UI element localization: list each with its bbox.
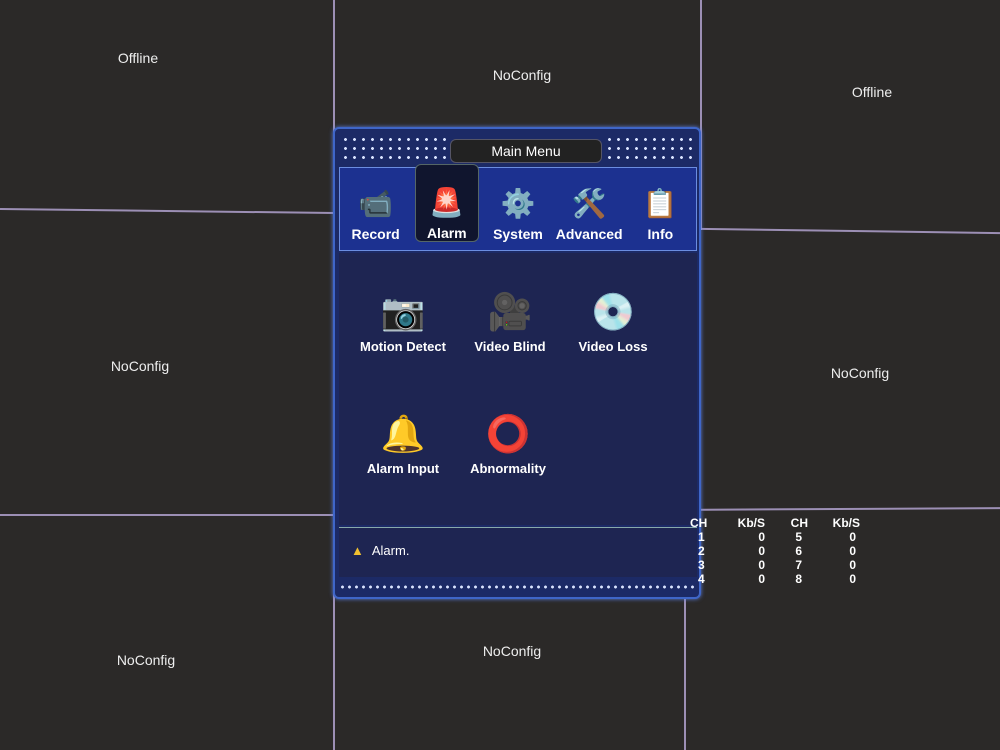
motion-detect-item[interactable]: 📷 Motion Detect [348,291,458,354]
channel-tile-status[interactable]: NoConfig [117,652,175,668]
grid-line [0,207,335,215]
status-text: Alarm. [371,543,410,558]
item-label: Alarm Input [366,461,440,476]
tab-system[interactable]: ⚙️ System [486,164,550,242]
tab-label: Info [647,226,674,242]
tab-label: Record [351,226,400,242]
channel-tile-status[interactable]: Offline [852,84,892,100]
alarm-bell-icon: 🚨 [429,187,465,218]
table-row: 4 0 8 0 [690,572,860,586]
tools-icon: 🛠️ [571,188,607,219]
table-cell: 0 [849,572,856,586]
table-cell: 0 [758,544,765,558]
channel-tile-status[interactable]: Offline [118,50,158,66]
item-label: Abnormality [470,461,546,476]
table-cell: 0 [758,558,765,572]
table-cell: 1 [698,530,705,544]
table-cell: 6 [795,544,802,558]
video-loss-disc-icon: 💿 [590,291,636,332]
tab-alarm[interactable]: 🚨 Alarm [414,164,479,242]
grid-line [685,507,1000,511]
bitrate-table: CH Kb/S CH Kb/S 1050206030704080 [690,516,860,586]
abnormality-item[interactable]: ⭕ Abnormality [453,413,563,476]
tab-label: Alarm [426,225,467,241]
grid-line [700,227,1000,235]
table-row: 1050 [690,530,860,544]
item-label: Video Blind [474,339,546,354]
abnormality-icon: ⭕ [485,413,531,454]
grid-line [0,514,335,516]
gear-icon: ⚙️ [500,188,536,219]
table-cell: 0 [758,572,765,586]
channel-tile-status[interactable]: NoConfig [493,67,551,83]
status-bar: ▲ Alarm. [339,527,697,577]
column-header: CH [690,516,708,530]
table-cell: 0 [849,544,856,558]
channel-tile-status[interactable]: NoConfig [483,643,541,659]
item-label: Motion Detect [360,339,446,354]
warning-icon: ▲ [351,543,364,558]
table-cell: 7 [795,558,802,572]
camera-icon: 📹 [358,188,394,219]
channel-tile-status[interactable]: NoConfig [111,358,169,374]
alarm-submenu: 📷 Motion Detect 🎥 Video Blind 💿 Video Loss … [339,253,697,525]
motion-camera-icon: 📷 [380,291,426,332]
tab-info[interactable]: 📋 Info [628,164,692,242]
column-header: CH [790,516,808,530]
menu-tabs: 📹 Record 🚨 Alarm ⚙️ System 🛠️ Advanced 📋 Info [339,164,697,251]
table-cell: 5 [795,530,802,544]
table-cell: 8 [795,572,802,586]
table-cell: 0 [849,530,856,544]
alarm-input-item[interactable]: 🔔 Alarm Input [348,413,458,476]
table-cell: 3 [698,558,705,572]
video-blind-icon: 🎥 [487,291,533,332]
tab-label: System [493,226,543,242]
tab-advanced[interactable]: 🛠️ Advanced [555,164,623,242]
tab-label: Advanced [555,226,623,242]
table-cell: 0 [758,530,765,544]
tab-record[interactable]: 📹 Record [344,164,408,242]
table-cell: 4 [698,572,705,586]
dialog-title: Main Menu [450,139,602,163]
alarm-input-icon: 🔔 [380,413,426,454]
table-row: 3 0 7 0 [690,558,860,572]
info-icon: 📋 [642,188,678,219]
column-header: Kb/S [737,516,765,530]
video-blind-item[interactable]: 🎥 Video Blind [455,291,565,354]
video-loss-item[interactable]: 💿 Video Loss [558,291,668,354]
item-label: Video Loss [578,339,648,354]
column-header: Kb/S [832,516,860,530]
table-cell: 0 [849,558,856,572]
channel-tile-status[interactable]: NoConfig [831,365,889,381]
table-cell: 2 [698,544,705,558]
main-menu-dialog: Main Menu 📹 Record 🚨 Alarm ⚙️ System 🛠️ Adva… [333,127,701,599]
table-row: 2060 [690,544,860,558]
